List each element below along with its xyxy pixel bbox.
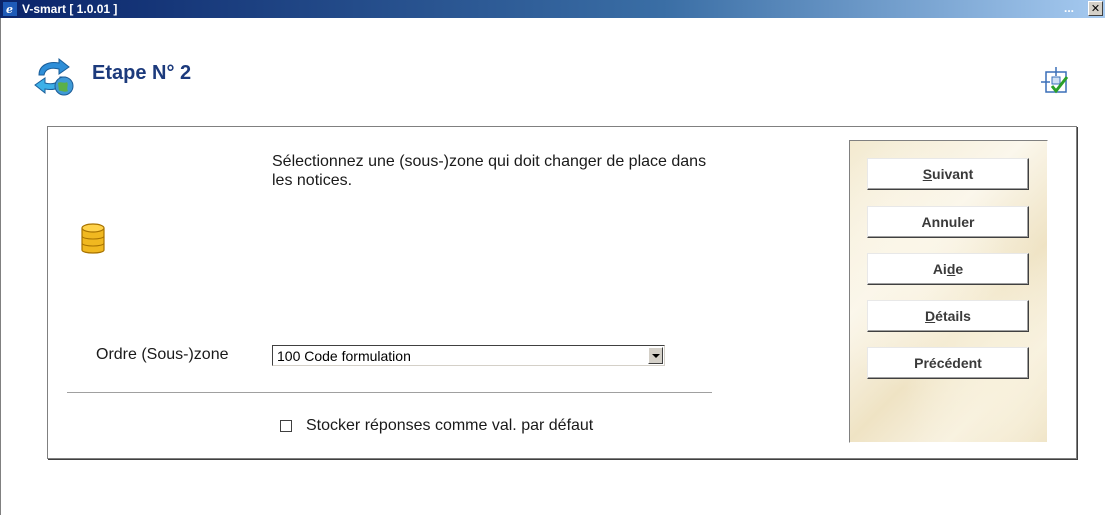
svg-text:e: e [6, 3, 13, 16]
workflow-check-icon[interactable] [1040, 66, 1070, 96]
refresh-globe-icon [34, 57, 74, 96]
sort-field-value: 100 Code formulation [277, 348, 411, 364]
instruction-text: Sélectionnez une (sous-)zone qui doit ch… [272, 153, 707, 189]
window-title: V-smart [ 1.0.01 ] [22, 2, 118, 16]
help-button[interactable]: Aide [867, 253, 1029, 285]
details-button[interactable]: Détails [867, 300, 1029, 332]
ie-app-icon: e [3, 2, 17, 16]
save-defaults-label: Stocker réponses comme val. par défaut [306, 417, 594, 434]
cancel-button[interactable]: Annuler [867, 206, 1029, 238]
close-button[interactable]: ✕ [1088, 1, 1103, 16]
save-defaults-checkbox[interactable] [280, 420, 292, 432]
sort-field-label: Ordre (Sous-)zone [96, 346, 229, 363]
next-button[interactable]: Suivant [867, 158, 1029, 190]
close-icon: ✕ [1090, 2, 1101, 15]
window-titlebar: e V-smart [ 1.0.01 ] ... ✕ [0, 0, 1105, 18]
divider [67, 392, 712, 396]
previous-button[interactable]: Précédent [867, 347, 1029, 379]
page-title: Etape N° 2 [92, 62, 192, 84]
database-icon [81, 223, 105, 254]
window-border [0, 18, 1, 515]
chevron-down-icon[interactable] [648, 347, 663, 364]
window-overflow: ... [1064, 1, 1075, 15]
sort-field-select[interactable]: 100 Code formulation [272, 345, 665, 366]
